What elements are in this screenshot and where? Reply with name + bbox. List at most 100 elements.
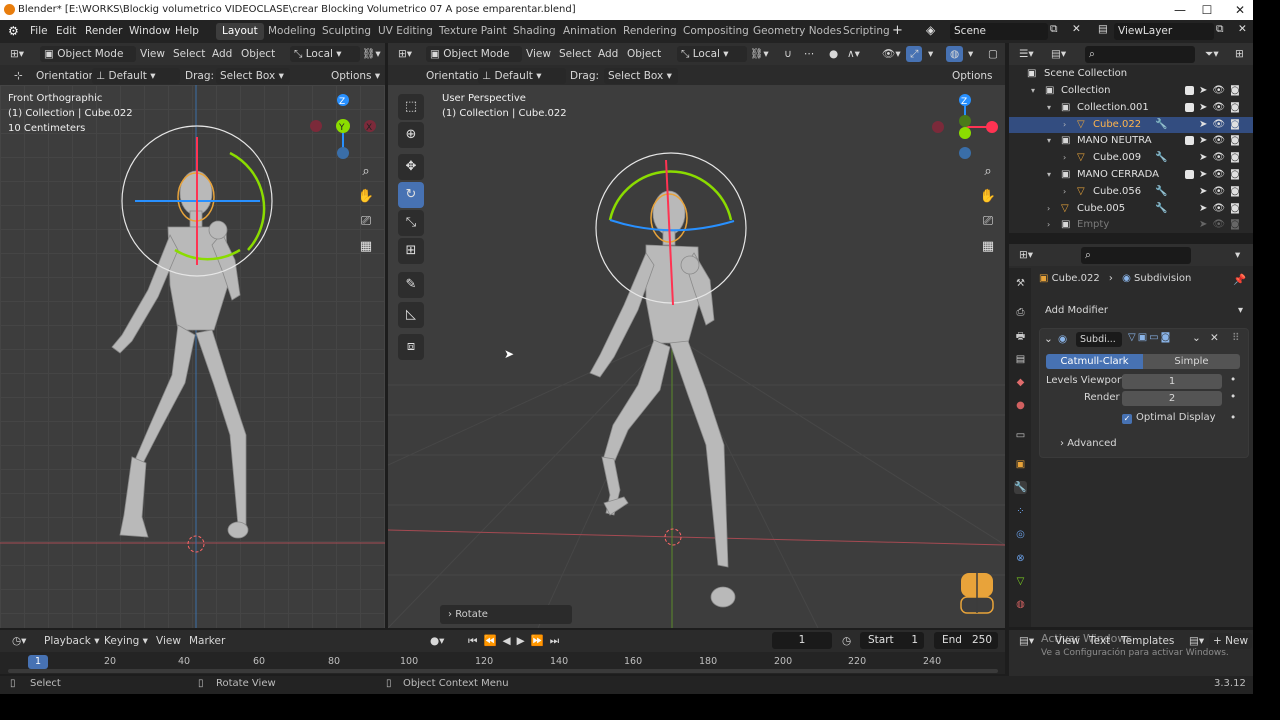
add-cube-tool[interactable]: ⧈ xyxy=(398,334,424,360)
outliner-item[interactable]: › ▽ Cube.022 ➤👁◙ 🔧 xyxy=(1009,116,1253,133)
visibility-toggle-icons[interactable]: ➤👁◙ xyxy=(1199,217,1245,233)
advanced-subpanel[interactable]: › Advanced xyxy=(1060,438,1117,449)
visibility-toggle-icons[interactable]: ➤👁◙ xyxy=(1199,100,1245,116)
properties-search-input[interactable]: ⌕ xyxy=(1081,247,1191,264)
last-operator-panel[interactable]: › Rotate xyxy=(440,605,572,624)
right-snap-target-icon[interactable]: ⋯ xyxy=(800,46,819,62)
left-3d-viewport[interactable]: Z Y X Front Orthographic (1) Collection … xyxy=(0,85,385,628)
text-new-button[interactable]: + New xyxy=(1209,633,1253,649)
tab-geometry-nodes[interactable]: Geometry Nodes xyxy=(747,23,848,40)
menu-render[interactable]: Render xyxy=(85,25,122,37)
right-menu-view[interactable]: View xyxy=(522,46,555,62)
record-keyframe-icon[interactable]: ●▾ xyxy=(426,633,448,649)
preview-range-icon[interactable]: ◷ xyxy=(838,633,855,649)
cursor-tool[interactable]: ⊕ xyxy=(398,122,424,148)
left-transform-orientation[interactable]: ⤡ Local ▾ xyxy=(290,46,360,62)
right-menu-add[interactable]: Add xyxy=(594,46,622,62)
tool-tab-icon[interactable]: ⚒ xyxy=(1014,277,1027,290)
collapse-chevron-icon[interactable]: ⌄ xyxy=(1044,333,1053,345)
measure-tool[interactable]: ◺ xyxy=(398,302,424,328)
expand-toggle-icon[interactable]: ▾ xyxy=(1047,167,1051,183)
menu-help[interactable]: Help xyxy=(175,25,199,37)
visibility-toggle-icons[interactable]: ➤👁◙ xyxy=(1199,133,1245,149)
modifier-remove-icon[interactable]: ✕ xyxy=(1210,332,1219,344)
tab-layout[interactable]: Layout xyxy=(216,23,264,40)
view-layer-selector[interactable]: ViewLayer xyxy=(1114,23,1214,40)
levels-viewport-keyframe-icon[interactable]: • xyxy=(1230,374,1236,386)
editor-type-icon[interactable]: ⊞▾ xyxy=(6,46,28,62)
visibility-toggle-icons[interactable]: ➤👁◙ xyxy=(1199,83,1245,99)
scale-tool[interactable]: ⤡ xyxy=(398,210,424,236)
physics-tab-icon[interactable]: ◎ xyxy=(1014,528,1027,541)
close-button[interactable]: ✕ xyxy=(1232,2,1248,18)
tab-compositing[interactable]: Compositing xyxy=(677,23,755,40)
modifier-dropdown-icon[interactable]: ⌄ xyxy=(1192,332,1201,344)
timeline-menu-playback[interactable]: Playback ▾ xyxy=(40,633,103,649)
modifier-indicator-icon[interactable]: 🔧 xyxy=(1155,150,1167,166)
object-tab-icon[interactable]: ▣ xyxy=(1014,458,1027,471)
right-pivot-icon[interactable]: ⛓▾ xyxy=(746,46,773,62)
modifier-indicator-icon[interactable]: 🔧 xyxy=(1155,117,1167,133)
start-frame-field[interactable]: Start 1 xyxy=(860,632,924,649)
modifier-name-field[interactable]: Subdi... xyxy=(1076,332,1122,347)
blender-menu-icon[interactable]: ⚙ xyxy=(8,24,19,38)
right-zoom-icon[interactable]: ⌕ xyxy=(977,161,999,183)
visibility-toggle-icons[interactable]: ➤👁◙ xyxy=(1199,167,1245,183)
outliner-item[interactable]: › ▽ Cube.005 ➤👁◙ 🔧 xyxy=(1009,201,1253,217)
tab-scripting[interactable]: Scripting xyxy=(837,23,896,40)
optimal-display-checkbox[interactable]: ✓ xyxy=(1122,414,1132,424)
left-grid-icon[interactable]: ▦ xyxy=(355,236,377,258)
outliner-search-input[interactable]: ⌕ xyxy=(1085,46,1195,63)
right-perspective-grid-icon[interactable]: ▦ xyxy=(977,236,999,258)
maximize-button[interactable]: ☐ xyxy=(1199,2,1215,18)
select-box-tool[interactable]: ⬚ xyxy=(398,94,424,120)
outliner-filter-icon[interactable]: ⏷▾ xyxy=(1201,46,1223,62)
expand-toggle-icon[interactable]: ▾ xyxy=(1047,100,1051,116)
view-layer-icon[interactable]: ▤ xyxy=(1098,23,1108,35)
right-xray-icon[interactable]: ▢ xyxy=(984,46,1002,62)
outliner-scene-collection[interactable]: ▣ Scene Collection xyxy=(1009,66,1253,82)
properties-editor-type-icon[interactable]: ⊞▾ xyxy=(1015,247,1037,263)
exclude-checkbox[interactable] xyxy=(1185,86,1194,95)
playhead-frame-indicator[interactable]: 1 xyxy=(28,655,48,669)
outliner-item[interactable]: ▾ ▣ Collection.001 ➤👁◙ xyxy=(1009,100,1253,116)
left-mode-dropdown[interactable]: ▣ Object Mode ▾ xyxy=(40,46,136,76)
expand-toggle-icon[interactable]: › xyxy=(1047,201,1050,217)
visibility-toggle-icons[interactable]: ➤👁◙ xyxy=(1199,201,1245,217)
simple-tab[interactable]: Simple xyxy=(1143,354,1240,369)
right-visibility-icon[interactable]: 👁▾ xyxy=(878,46,905,62)
timeline-menu-view[interactable]: View xyxy=(152,633,185,649)
outliner-item[interactable]: ▾ ▣ MANO CERRADA ➤👁◙ xyxy=(1009,167,1253,183)
outliner-display-mode-icon[interactable]: ▤▾ xyxy=(1047,46,1070,62)
world-tab-icon[interactable]: ● xyxy=(1014,399,1027,412)
expand-toggle-icon[interactable]: › xyxy=(1063,150,1066,166)
view-layer-tab-icon[interactable]: ▤ xyxy=(1014,353,1027,366)
left-menu-view[interactable]: View xyxy=(136,46,169,62)
levels-viewport-field[interactable]: 1 xyxy=(1122,374,1222,389)
tab-sculpting[interactable]: Sculpting xyxy=(316,23,377,40)
add-modifier-dropdown[interactable]: Add Modifier ▾ xyxy=(1039,302,1247,320)
right-overlay-dropdown[interactable]: ▾ xyxy=(964,46,977,62)
modifier-wrench-tab-icon[interactable]: 🔧 xyxy=(1014,481,1027,494)
visibility-toggle-icons[interactable]: ➤👁◙ xyxy=(1199,184,1245,200)
playback-controls[interactable]: ⏮⏪◀▶⏩⏭ xyxy=(464,633,569,649)
pin-icon[interactable]: 📌 xyxy=(1233,273,1246,286)
add-workspace-button[interactable]: + xyxy=(892,23,903,38)
outliner-item[interactable]: › ▽ Cube.009 ➤👁◙ 🔧 xyxy=(1009,150,1253,166)
left-camera-icon[interactable]: ⎚ xyxy=(355,211,377,233)
particles-tab-icon[interactable]: ⁘ xyxy=(1014,505,1027,518)
modifier-indicator-icon[interactable]: 🔧 xyxy=(1155,201,1167,217)
rotate-tool[interactable]: ↻ xyxy=(398,182,424,208)
tab-animation[interactable]: Animation xyxy=(557,23,623,40)
left-pan-hand-icon[interactable]: ✋ xyxy=(355,186,377,208)
right-pan-hand-icon[interactable]: ✋ xyxy=(977,186,999,208)
right-options-dropdown[interactable]: Options ▾ xyxy=(948,68,1005,98)
visibility-toggle-icons[interactable]: ➤👁◙ xyxy=(1199,150,1245,166)
transform-tool[interactable]: ⊞ xyxy=(398,238,424,264)
constraints-tab-icon[interactable]: ⊗ xyxy=(1014,552,1027,565)
delete-view-layer-icon[interactable]: ✕ xyxy=(1238,23,1247,35)
properties-options-icon[interactable]: ▾ xyxy=(1231,247,1244,263)
scene-selector[interactable]: Scene xyxy=(950,23,1048,40)
right-drag-dropdown[interactable]: Select Box ▾ xyxy=(604,68,678,84)
timeline-menu-keying[interactable]: Keying ▾ xyxy=(100,633,152,649)
